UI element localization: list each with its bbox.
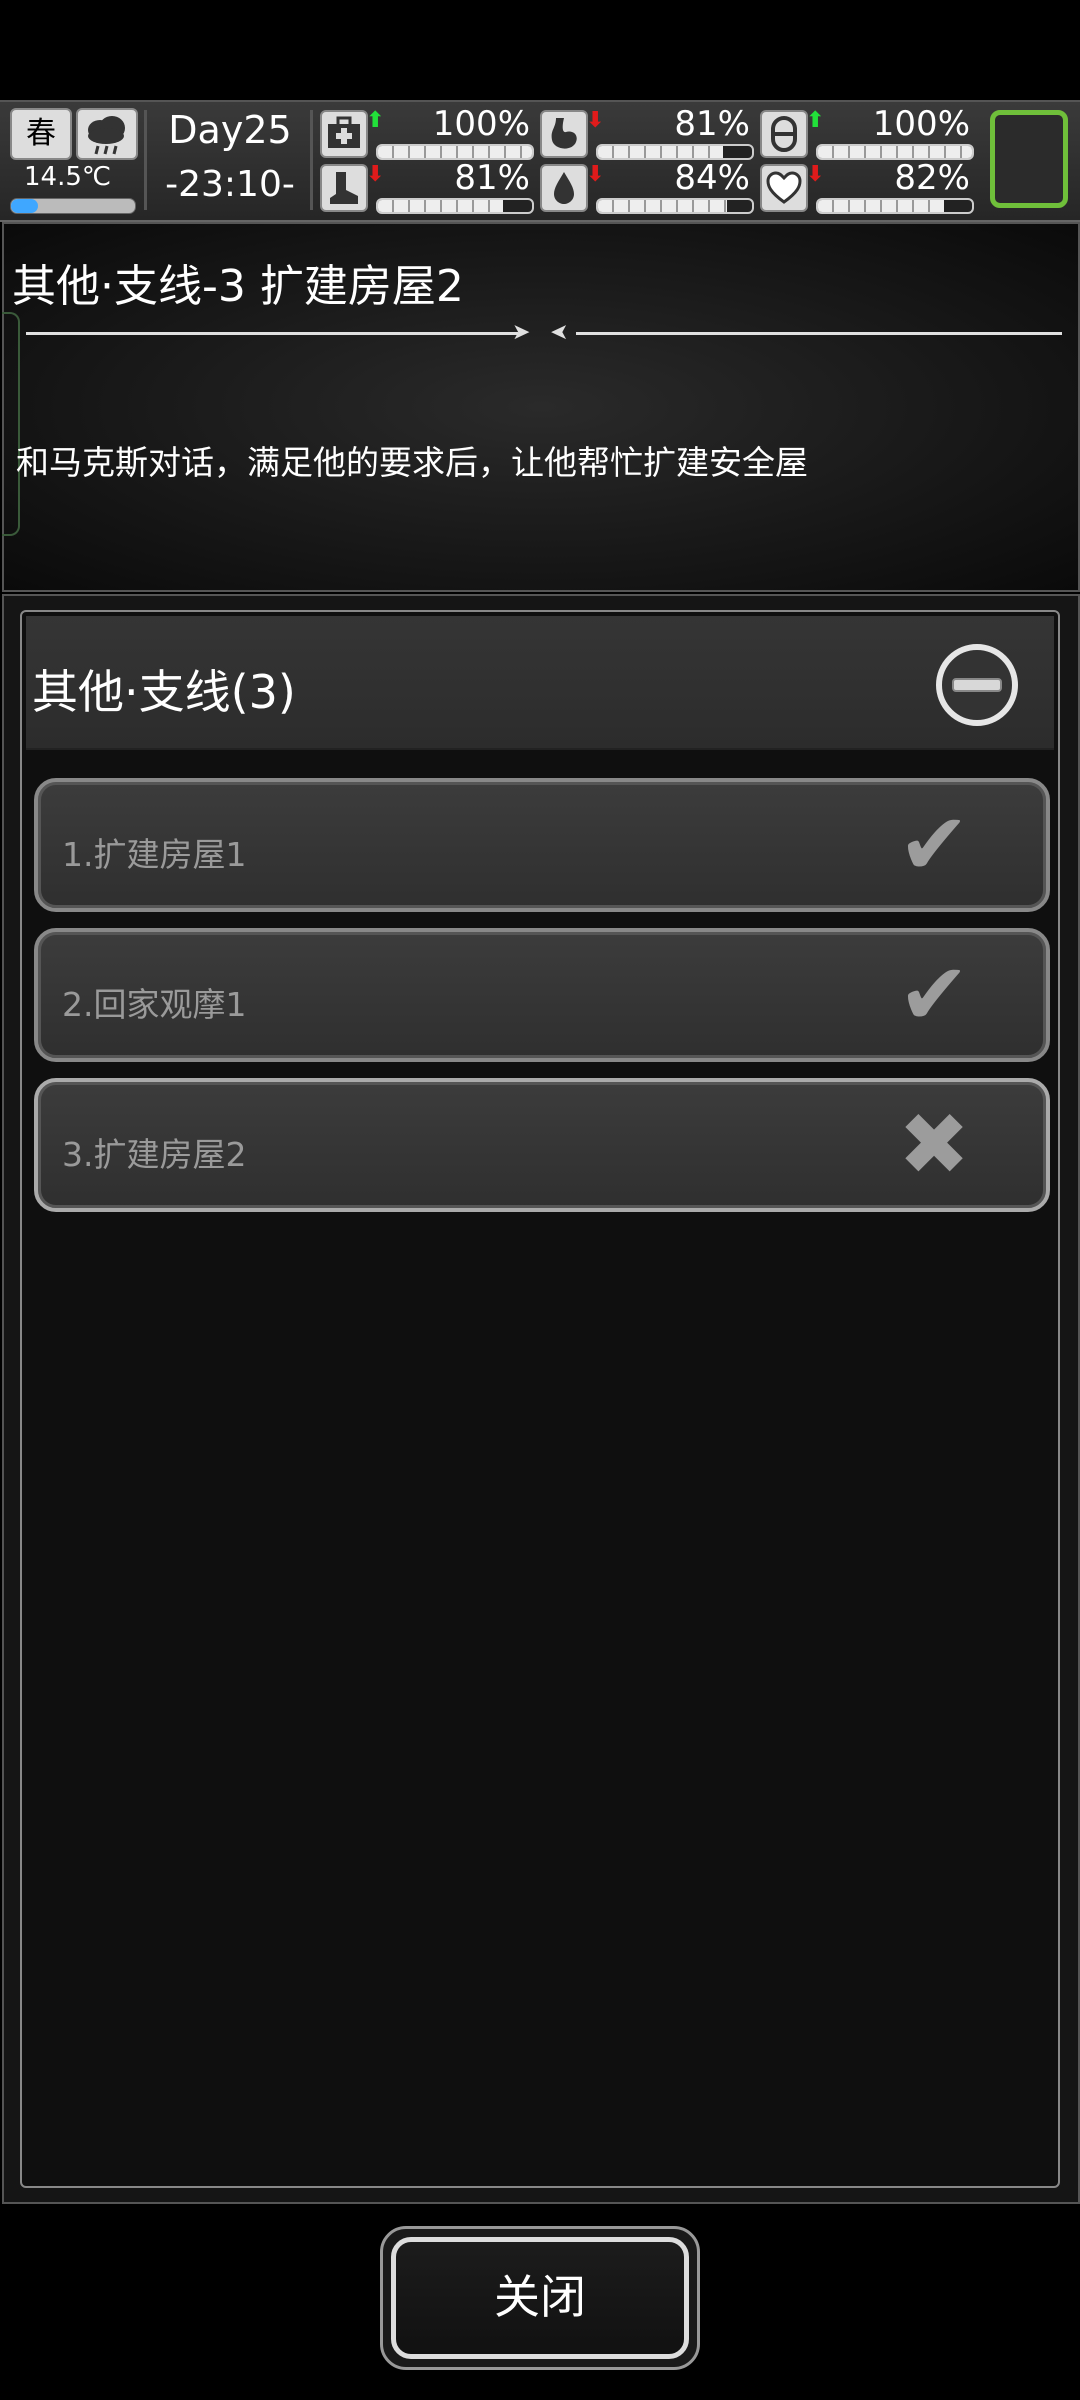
checkmark-icon: ✔ bbox=[898, 795, 971, 895]
quest-item[interactable]: 1.扩建房屋1 ✔ bbox=[34, 778, 1050, 912]
stat-thirst-value: 84% bbox=[674, 158, 750, 198]
quest-description: 和马克斯对话，满足他的要求后，让他帮忙扩建安全屋 bbox=[16, 443, 808, 482]
trend-down-icon: ⬇ bbox=[806, 162, 825, 187]
stat-thirst: ⬇ 84% bbox=[540, 158, 754, 214]
stat-stamina-value: 81% bbox=[454, 158, 530, 198]
trend-down-icon: ⬇ bbox=[366, 162, 385, 187]
stat-pill-value: 100% bbox=[872, 104, 970, 144]
season-badge: 春 bbox=[10, 108, 72, 160]
hud-separator bbox=[144, 110, 147, 210]
quest-list-container: 其他·支线(3) 1.扩建房屋1 ✔ 2.回家观摩1 ✔ 3.扩建房屋2 ✖ bbox=[2, 594, 1080, 2204]
trend-up-icon: ⬆ bbox=[806, 108, 825, 133]
stat-stamina: ⬇ 81% bbox=[320, 158, 534, 214]
trend-down-icon: ⬇ bbox=[586, 108, 605, 133]
day-counter: Day25 bbox=[168, 108, 292, 152]
category-header[interactable]: 其他·支线(3) bbox=[26, 616, 1054, 750]
trend-down-icon: ⬇ bbox=[586, 162, 605, 187]
game-clock: -23:10- bbox=[165, 164, 295, 205]
quest-list-panel[interactable]: 其他·支线(3) 1.扩建房屋1 ✔ 2.回家观摩1 ✔ 3.扩建房屋2 ✖ bbox=[20, 610, 1060, 2188]
stat-hunger: ⬇ 81% bbox=[540, 104, 754, 160]
cloud-rain-icon bbox=[76, 108, 138, 160]
side-tab[interactable] bbox=[2, 312, 20, 536]
stat-thirst-bar bbox=[596, 198, 754, 214]
hud-separator bbox=[310, 110, 313, 210]
quest-item[interactable]: 2.回家观摩1 ✔ bbox=[34, 928, 1050, 1062]
arrow-left-icon: ➤ bbox=[550, 320, 569, 345]
close-button[interactable]: 关闭 bbox=[380, 2226, 700, 2370]
title-divider: ➤ ➤ bbox=[26, 320, 1062, 345]
quest-item-label: 1.扩建房屋1 bbox=[62, 835, 247, 874]
pill-icon bbox=[760, 110, 808, 158]
category-title: 其他·支线(3) bbox=[32, 665, 296, 719]
trend-up-icon: ⬆ bbox=[366, 108, 385, 133]
minus-icon bbox=[952, 678, 1002, 692]
temperature-bar-fill bbox=[11, 199, 39, 213]
stat-mood-value: 82% bbox=[894, 158, 970, 198]
quest-item-label: 3.扩建房屋2 bbox=[62, 1135, 247, 1174]
status-hud: 春 14.5℃ Day25 -23:10- ⬆ 100% ⬇ 81% ⬆ 100… bbox=[0, 100, 1080, 222]
stat-stamina-bar bbox=[376, 198, 534, 214]
collapse-button[interactable] bbox=[936, 644, 1018, 726]
boot-icon bbox=[320, 164, 368, 212]
stat-health-value: 100% bbox=[432, 104, 530, 144]
temperature-text: 14.5℃ bbox=[24, 162, 112, 192]
cross-icon: ✖ bbox=[898, 1095, 971, 1195]
stat-hunger-value: 81% bbox=[674, 104, 750, 144]
quest-item-label: 2.回家观摩1 bbox=[62, 985, 247, 1024]
checkmark-icon: ✔ bbox=[898, 945, 971, 1045]
water-drop-icon bbox=[540, 164, 588, 212]
quest-detail-panel: 其他·支线-3 扩建房屋2 ➤ ➤ 和马克斯对话，满足他的要求后，让他帮忙扩建安… bbox=[2, 222, 1080, 592]
stomach-icon bbox=[540, 110, 588, 158]
stat-mood: ⬇ 82% bbox=[760, 158, 974, 214]
heart-icon bbox=[760, 164, 808, 212]
stat-mood-bar bbox=[816, 198, 974, 214]
stat-health: ⬆ 100% bbox=[320, 104, 534, 160]
quest-item-selected[interactable]: 3.扩建房屋2 ✖ bbox=[34, 1078, 1050, 1212]
temperature-bar bbox=[10, 198, 136, 214]
close-button-label: 关闭 bbox=[391, 2237, 689, 2359]
stat-pill: ⬆ 100% bbox=[760, 104, 974, 160]
quest-title: 其他·支线-3 扩建房屋2 bbox=[12, 261, 464, 312]
selected-slot-button[interactable] bbox=[990, 110, 1068, 208]
arrow-right-icon: ➤ bbox=[512, 320, 531, 345]
medkit-icon bbox=[320, 110, 368, 158]
